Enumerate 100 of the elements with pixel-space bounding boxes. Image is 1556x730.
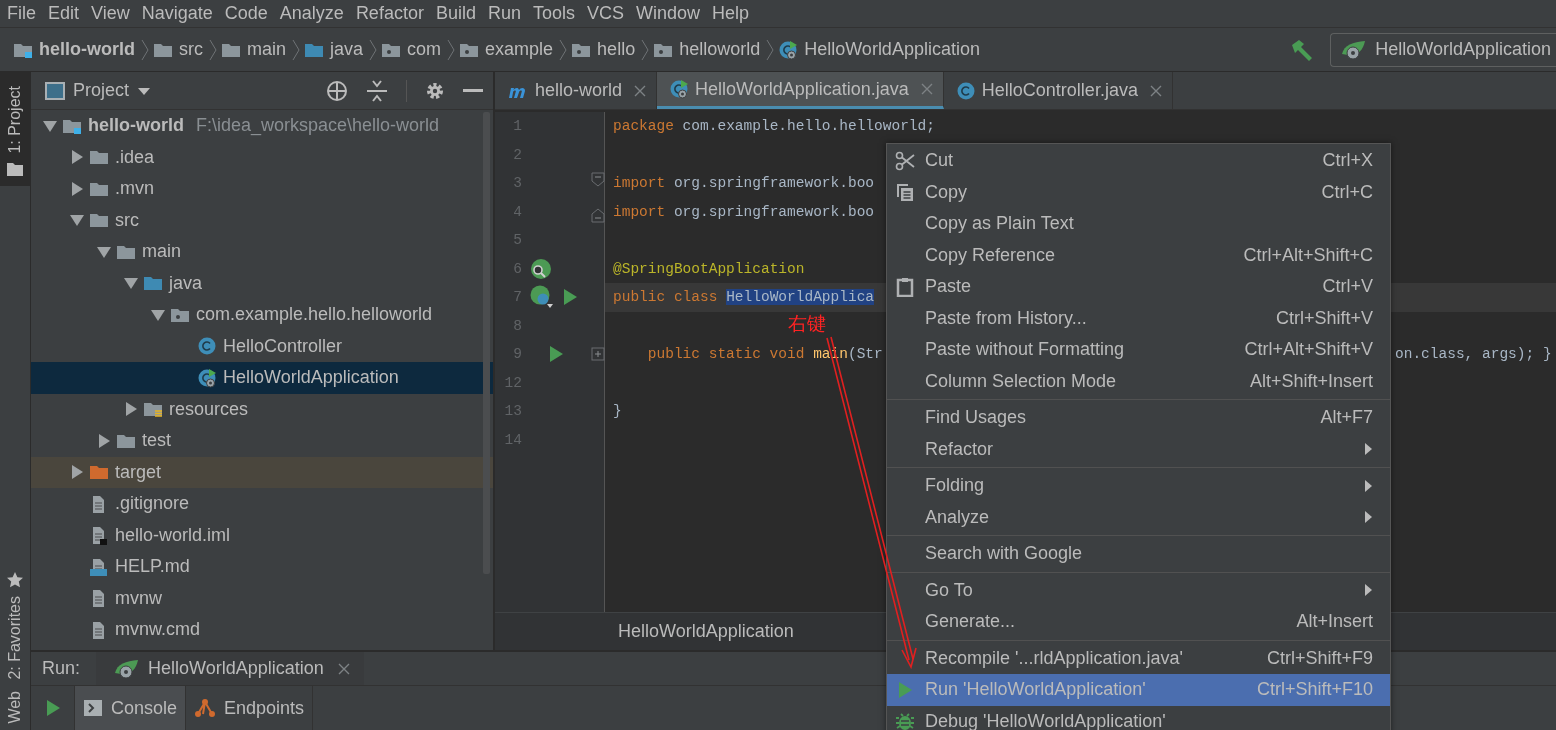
tree-item[interactable]: HelloController (31, 330, 493, 362)
run-icon[interactable] (562, 288, 578, 307)
tree-item[interactable]: .idea (31, 141, 493, 173)
spring-run-icon (1341, 39, 1368, 60)
menu-item[interactable]: Find Usages Alt+F7 (887, 402, 1390, 434)
menu-item[interactable]: Edit (48, 3, 80, 24)
menu-item[interactable]: Build (435, 3, 476, 24)
tree-item[interactable]: resources (31, 393, 493, 425)
menu-item[interactable]: Code (224, 3, 268, 24)
menu-item[interactable]: Analyze (279, 3, 344, 24)
menu-item[interactable]: File (7, 3, 36, 24)
menu-item[interactable]: Go To (887, 574, 1390, 606)
bean-search-icon[interactable] (530, 257, 552, 280)
tree-item[interactable]: HELP.md (31, 551, 493, 583)
menu-item[interactable]: Navigate (141, 3, 213, 24)
menu-item[interactable]: Copy as Plain Text (887, 208, 1390, 240)
breadcrumb-item[interactable]: com (381, 39, 442, 60)
hammer-icon[interactable] (1290, 38, 1315, 61)
collapse-all-icon[interactable] (366, 79, 388, 102)
tool-window-button[interactable]: Web (0, 685, 30, 730)
breadcrumb-item[interactable]: HelloWorldApplication (618, 621, 794, 642)
menu-item[interactable]: Copy Reference Ctrl+Alt+Shift+C (887, 239, 1390, 271)
breadcrumb-item[interactable]: HelloWorldApplication (778, 39, 980, 60)
editor-tab[interactable]: HelloController.java (943, 72, 1173, 109)
tool-window-button[interactable]: 2: Favorites (0, 565, 30, 686)
run-configuration-dropdown[interactable]: HelloWorldApplication (1330, 32, 1556, 67)
menu-item[interactable]: Analyze (887, 501, 1390, 533)
package-icon (170, 306, 190, 323)
tree-item[interactable]: .mvn (31, 173, 493, 205)
spring-class-icon (197, 367, 217, 388)
collapsed-arrow-icon[interactable] (69, 464, 85, 481)
collapsed-arrow-icon[interactable] (96, 432, 112, 449)
tree-item[interactable]: java (31, 267, 493, 299)
settings-icon[interactable] (425, 80, 445, 101)
project-icon (13, 41, 33, 58)
tree-item[interactable]: main (31, 236, 493, 268)
collapsed-arrow-icon[interactable] (69, 180, 85, 197)
scissors-icon (895, 150, 915, 171)
markdown-file-icon (89, 556, 109, 577)
menu-item[interactable]: Cut Ctrl+X (887, 145, 1390, 177)
menu-item[interactable]: Generate... Alt+Insert (887, 606, 1390, 638)
menu-item[interactable]: Search with Google (887, 538, 1390, 570)
tree-item[interactable]: hello-world F:\idea_workspace\hello-world (31, 110, 493, 142)
breadcrumb-item[interactable]: helloworld (653, 39, 761, 60)
menu-item[interactable]: Refactor (355, 3, 424, 24)
menu-item[interactable]: Column Selection Mode Alt+Shift+Insert (887, 365, 1390, 397)
menu-item[interactable]: Recompile '...rldApplication.java' Ctrl+Shift+F9 (887, 642, 1390, 674)
panel-tab[interactable]: Endpoints (186, 686, 314, 730)
menu-item[interactable]: Debug 'HelloWorldApplication' (887, 705, 1390, 730)
package-icon (653, 41, 674, 58)
code-line: } (613, 403, 622, 420)
breadcrumb-item[interactable]: example (459, 39, 554, 60)
menu-item[interactable]: Run (487, 3, 521, 24)
breadcrumb-item[interactable]: hello (571, 39, 636, 60)
run-tab[interactable]: HelloWorldApplication (96, 652, 364, 685)
tree-item[interactable]: mvnw (31, 582, 493, 614)
run-icon (44, 699, 61, 717)
copy-icon (895, 182, 915, 203)
minimize-icon[interactable] (463, 88, 483, 93)
collapsed-arrow-icon[interactable] (69, 149, 85, 166)
tree-item[interactable]: test (31, 425, 493, 457)
tree-item[interactable]: hello-world.iml (31, 519, 493, 551)
menu-item[interactable]: Help (712, 3, 750, 24)
menu-item[interactable]: Paste Ctrl+V (887, 271, 1390, 303)
editor-tab[interactable]: HelloWorldApplication.java (657, 72, 944, 109)
breadcrumb-item[interactable]: java (304, 39, 364, 60)
close-icon[interactable] (634, 84, 647, 97)
tree-item[interactable]: HelloWorldApplication (31, 362, 493, 394)
bean-class-icon[interactable] (530, 285, 554, 310)
tree-item[interactable]: src (31, 204, 493, 236)
folder-icon (153, 41, 173, 58)
scrollbar[interactable] (483, 112, 490, 574)
panel-tab[interactable]: Console (75, 686, 187, 730)
folder-icon (89, 180, 109, 197)
folder-icon (7, 161, 23, 176)
menu-item[interactable]: Window (636, 3, 701, 24)
breadcrumb-item[interactable]: main (221, 39, 286, 60)
tree-item[interactable]: com.example.hello.helloworld (31, 299, 493, 331)
menu-item[interactable]: Paste from History... Ctrl+Shift+V (887, 302, 1390, 334)
locate-icon[interactable] (326, 79, 348, 102)
menu-item[interactable]: Refactor (887, 433, 1390, 465)
tree-item[interactable]: .gitignore (31, 488, 493, 520)
breadcrumb-item[interactable]: src (153, 39, 203, 60)
code-line: package com.example.hello.helloworld; (613, 118, 935, 135)
menu-item[interactable]: Copy Ctrl+C (887, 176, 1390, 208)
menu-item[interactable]: View (91, 3, 130, 24)
tree-item[interactable]: target (31, 456, 493, 488)
tool-window-button[interactable]: 1: Project (0, 72, 30, 186)
tree-item[interactable]: mvnw.cmd (31, 614, 493, 646)
menu-item[interactable]: Paste without Formatting Ctrl+Alt+Shift+V (887, 334, 1390, 366)
run-icon[interactable] (548, 345, 564, 364)
breadcrumb-item[interactable]: hello-world (13, 39, 135, 60)
panel-title[interactable]: Project (73, 80, 130, 101)
close-icon[interactable] (337, 662, 350, 675)
close-icon[interactable] (1149, 84, 1162, 97)
collapsed-arrow-icon[interactable] (123, 401, 139, 418)
menu-item[interactable]: VCS (587, 3, 624, 24)
menu-item[interactable]: Folding (887, 470, 1390, 502)
menu-item[interactable]: Tools (532, 3, 575, 24)
caret-icon[interactable] (137, 85, 152, 96)
